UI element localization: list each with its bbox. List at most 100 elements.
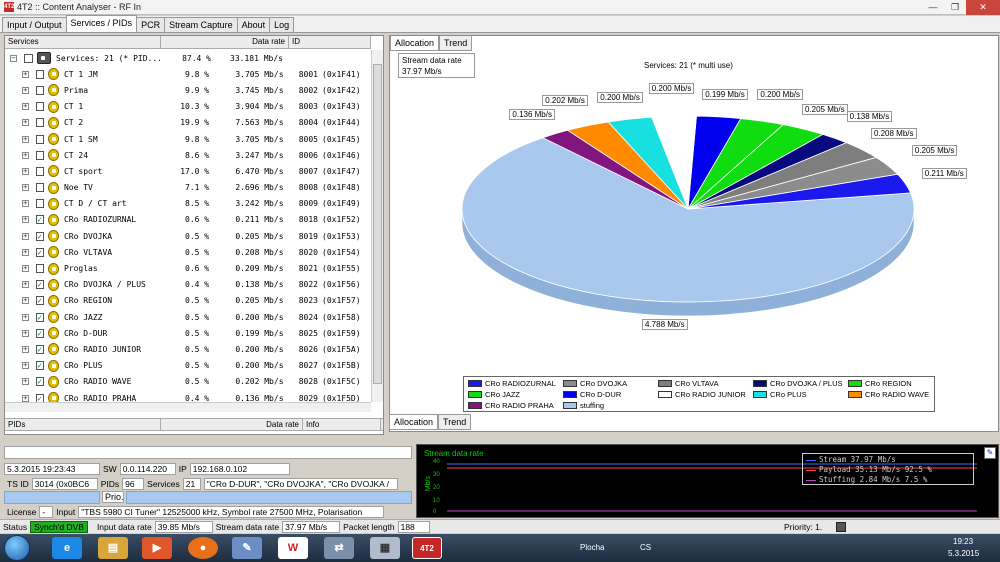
- ie-icon[interactable]: e: [52, 537, 82, 559]
- service-row[interactable]: + ✓ CRo D-DUR 0.5 % 0.199 Mb/s 8025 (0x1F59): [5, 325, 371, 341]
- service-row[interactable]: + Noe TV 7.1 % 2.696 Mb/s 8008 (0x1F48): [5, 180, 371, 196]
- service-row[interactable]: + CT 1 SM 9.8 % 3.705 Mb/s 8005 (0x1F45): [5, 131, 371, 147]
- scroll-thumb[interactable]: [373, 64, 382, 384]
- expand-icon[interactable]: +: [22, 103, 29, 111]
- expand-icon[interactable]: +: [22, 184, 29, 192]
- service-row[interactable]: + ✓ CRo RADIO WAVE 0.5 % 0.202 Mb/s 8028 (0x1F…: [5, 374, 371, 390]
- col-services[interactable]: Services: [5, 36, 161, 48]
- service-checkbox[interactable]: ✓: [35, 377, 44, 387]
- service-row[interactable]: + ✓ CRo DVOJKA 0.5 % 0.205 Mb/s 8019 (0x1F53): [5, 228, 371, 244]
- tab-allocation-bottom[interactable]: Allocation: [389, 414, 439, 430]
- expand-icon[interactable]: +: [22, 329, 29, 337]
- tab-about[interactable]: About: [236, 17, 271, 32]
- minimize-button[interactable]: —: [922, 0, 944, 15]
- service-checkbox[interactable]: ✓: [35, 361, 44, 371]
- service-checkbox[interactable]: ✓: [35, 328, 44, 338]
- service-checkbox[interactable]: [35, 150, 44, 160]
- expand-icon[interactable]: +: [22, 86, 29, 94]
- col-id[interactable]: ID: [289, 36, 371, 48]
- service-row[interactable]: + CT 1 JM 9.8 % 3.705 Mb/s 8001 (0x1F41): [5, 66, 371, 82]
- service-checkbox[interactable]: ✓: [35, 312, 44, 322]
- clock-date[interactable]: 5.3.2015: [948, 549, 979, 558]
- desktop-toolbar-label[interactable]: Plocha: [580, 543, 604, 552]
- expand-icon[interactable]: +: [22, 394, 29, 402]
- start-button[interactable]: [4, 535, 30, 561]
- service-rate: 0.202 Mb/s: [235, 377, 284, 387]
- service-row[interactable]: + ✓ CRo DVOJKA / PLUS 0.4 % 0.138 Mb/s 8022 (0…: [5, 277, 371, 293]
- tree-root-row[interactable]: − Services: 21 (* PID... 87.4 % 33.181 M…: [5, 50, 371, 66]
- tab-pcr[interactable]: PCR: [136, 17, 166, 32]
- service-row[interactable]: + ✓ CRo RADIO JUNIOR 0.5 % 0.200 Mb/s 8026 (0x…: [5, 341, 371, 357]
- paint-icon[interactable]: ✎: [232, 537, 262, 559]
- expand-icon[interactable]: +: [22, 216, 29, 224]
- expand-icon[interactable]: +: [22, 281, 29, 289]
- expand-icon[interactable]: +: [22, 200, 29, 208]
- tab-input-output[interactable]: Input / Output: [2, 17, 67, 32]
- service-checkbox[interactable]: [35, 69, 44, 79]
- graph-options-icon[interactable]: ✎: [984, 447, 996, 459]
- network-app-icon[interactable]: ⇄: [324, 537, 354, 559]
- service-checkbox[interactable]: ✓: [35, 296, 44, 306]
- service-row[interactable]: + CT sport 17.0 % 6.470 Mb/s 8007 (0x1F47): [5, 163, 371, 179]
- tab-stream-capture[interactable]: Stream Capture: [164, 17, 238, 32]
- service-checkbox[interactable]: [35, 85, 44, 95]
- expand-icon[interactable]: +: [22, 135, 29, 143]
- service-row[interactable]: + CT 2 19.9 % 7.563 Mb/s 8004 (0x1F44): [5, 115, 371, 131]
- service-checkbox[interactable]: [35, 183, 44, 193]
- service-row[interactable]: + Proglas 0.6 % 0.209 Mb/s 8021 (0x1F55): [5, 260, 371, 276]
- service-checkbox[interactable]: ✓: [35, 344, 44, 354]
- col-pids[interactable]: PIDs: [5, 419, 161, 430]
- service-row[interactable]: + ✓ CRo PLUS 0.5 % 0.200 Mb/s 8027 (0x1F5B): [5, 358, 371, 374]
- expand-icon[interactable]: +: [22, 232, 29, 240]
- service-row[interactable]: + Prima 9.9 % 3.745 Mb/s 8002 (0x1F42): [5, 82, 371, 98]
- calculator-icon[interactable]: ▦: [370, 537, 400, 559]
- expand-icon[interactable]: +: [22, 119, 29, 127]
- expand-icon[interactable]: +: [22, 297, 29, 305]
- services-scrollbar[interactable]: [371, 50, 383, 402]
- expand-icon[interactable]: +: [22, 248, 29, 256]
- service-row[interactable]: + CT 24 8.6 % 3.247 Mb/s 8006 (0x1F46): [5, 147, 371, 163]
- tab-log[interactable]: Log: [269, 17, 295, 32]
- expand-icon[interactable]: +: [22, 345, 29, 353]
- col-data-rate[interactable]: Data rate: [161, 36, 289, 48]
- service-checkbox[interactable]: [35, 102, 44, 112]
- firefox-icon[interactable]: ●: [188, 537, 218, 559]
- services-hscrollbar[interactable]: [5, 402, 371, 412]
- service-row[interactable]: + ✓ CRo REGION 0.5 % 0.205 Mb/s 8023 (0x1F57): [5, 293, 371, 309]
- expand-icon[interactable]: +: [22, 378, 29, 386]
- expand-icon[interactable]: +: [22, 70, 29, 78]
- collapse-icon[interactable]: −: [10, 54, 17, 62]
- tab-trend-bottom[interactable]: Trend: [438, 414, 472, 430]
- service-row[interactable]: + ✓ CRo VLTAVA 0.5 % 0.208 Mb/s 8020 (0x1F54): [5, 244, 371, 260]
- close-button[interactable]: ✕: [966, 0, 1000, 15]
- clock-time[interactable]: 19:23: [953, 537, 973, 546]
- expand-icon[interactable]: +: [22, 265, 29, 273]
- tab-services-pids[interactable]: Services / PIDs: [65, 15, 138, 32]
- service-checkbox[interactable]: ✓: [35, 247, 44, 257]
- explorer-icon[interactable]: ▤: [98, 537, 128, 559]
- service-checkbox[interactable]: ✓: [35, 280, 44, 290]
- service-checkbox[interactable]: [35, 264, 44, 274]
- service-row[interactable]: + ✓ CRo JAZZ 0.5 % 0.200 Mb/s 8024 (0x1F58): [5, 309, 371, 325]
- expand-icon[interactable]: +: [22, 313, 29, 321]
- expand-icon[interactable]: +: [22, 362, 29, 370]
- service-row[interactable]: + CT D / CT art 8.5 % 3.242 Mb/s 8009 (0x1F49…: [5, 196, 371, 212]
- service-checkbox[interactable]: ✓: [35, 215, 44, 225]
- maximize-button[interactable]: ❐: [944, 0, 966, 15]
- service-checkbox[interactable]: [35, 166, 44, 176]
- col-info[interactable]: Info: [303, 419, 381, 430]
- media-player-icon[interactable]: ▶: [142, 537, 172, 559]
- col-pid-rate[interactable]: Data rate: [161, 419, 303, 430]
- service-checkbox[interactable]: [35, 118, 44, 128]
- service-checkbox[interactable]: [35, 199, 44, 209]
- language-indicator[interactable]: CS: [640, 543, 651, 552]
- content-analyser-task-icon[interactable]: 4T2: [412, 537, 442, 559]
- service-checkbox[interactable]: ✓: [35, 231, 44, 241]
- service-row[interactable]: + ✓ CRo RADIOZURNAL 0.6 % 0.211 Mb/s 8018 (0x1…: [5, 212, 371, 228]
- service-checkbox[interactable]: [35, 134, 44, 144]
- wps-icon[interactable]: W: [278, 537, 308, 559]
- expand-icon[interactable]: +: [22, 167, 29, 175]
- expand-icon[interactable]: +: [22, 151, 29, 159]
- checkbox[interactable]: [24, 53, 33, 63]
- service-row[interactable]: + CT 1 10.3 % 3.904 Mb/s 8003 (0x1F43): [5, 99, 371, 115]
